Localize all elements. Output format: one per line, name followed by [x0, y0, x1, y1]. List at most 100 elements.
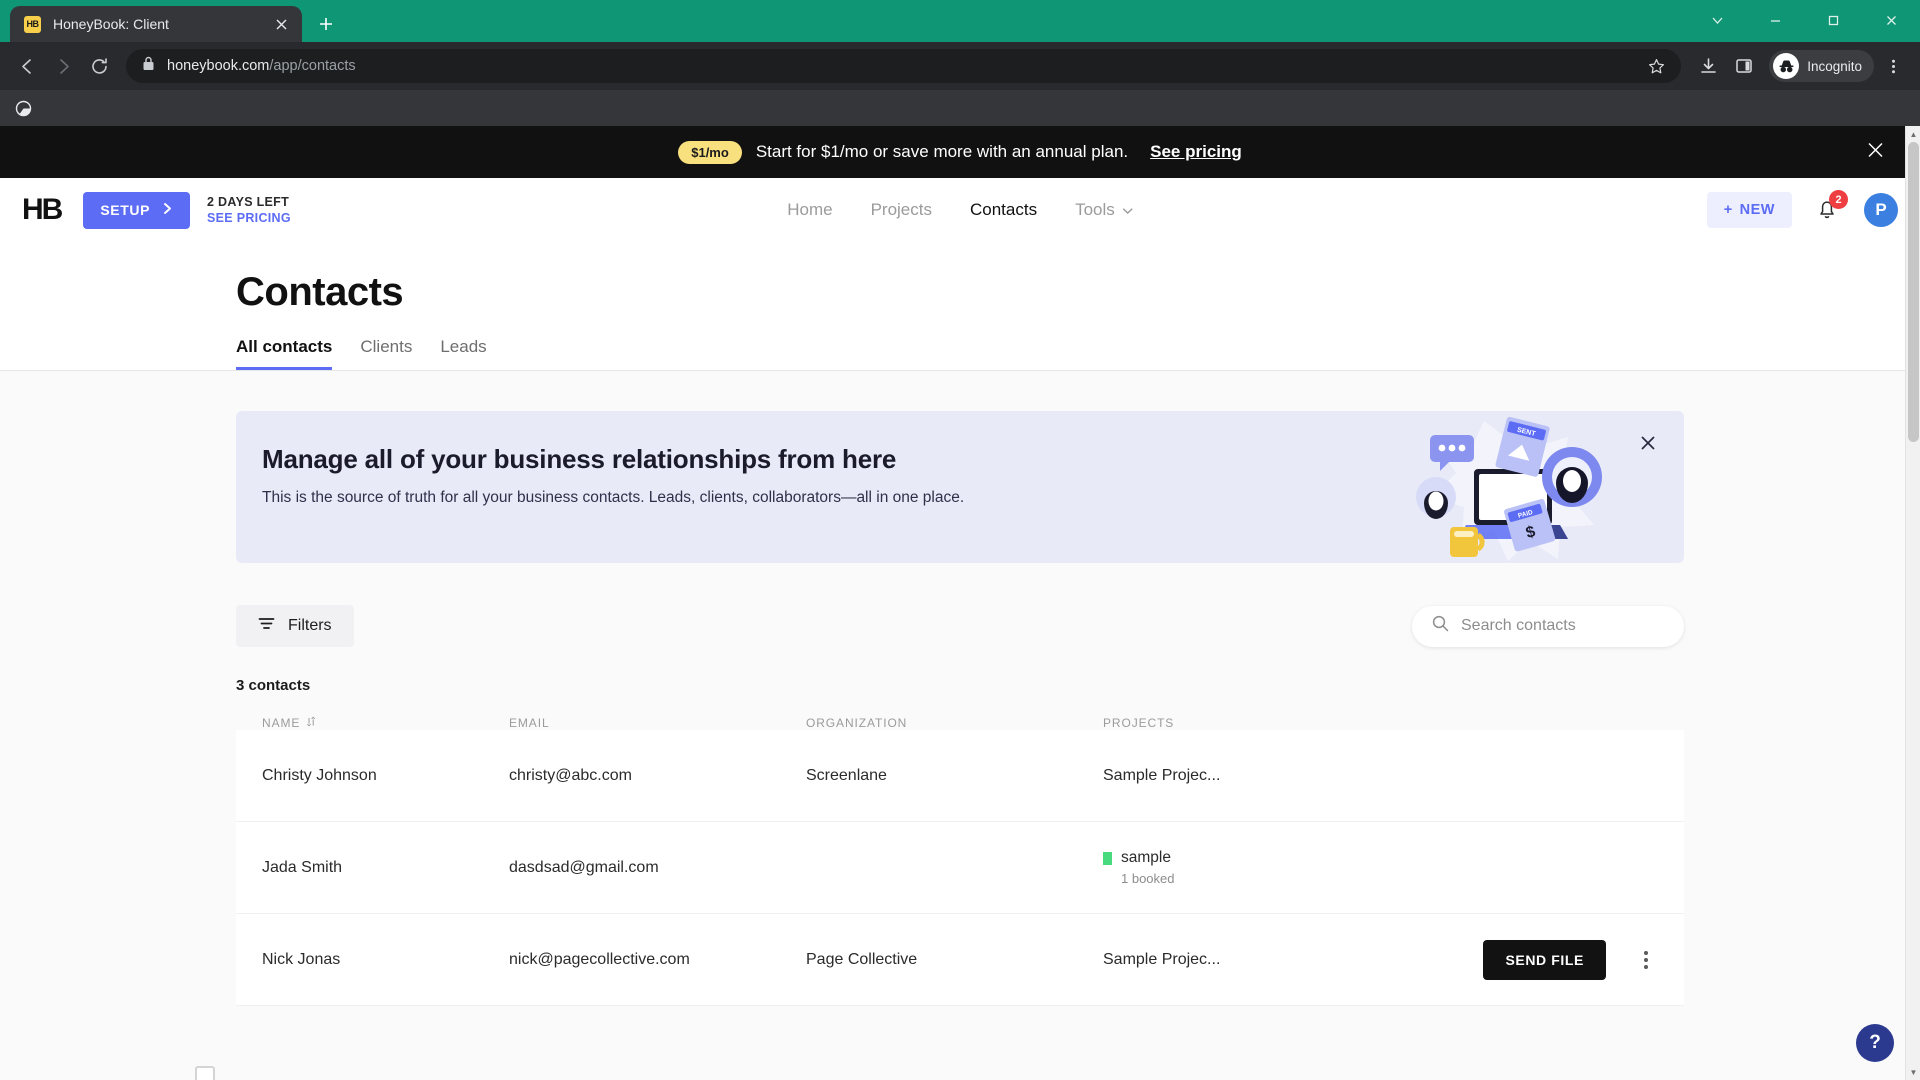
notification-count-badge: 2 [1829, 190, 1848, 209]
table-row[interactable]: Nick Jonas nick@pagecollective.com Page … [236, 914, 1684, 1006]
column-header-name-label: NAME [262, 716, 301, 730]
tab-favicon-icon: HB [24, 15, 41, 33]
cell-email: dasdsad@gmail.com [509, 858, 659, 876]
search-input[interactable]: Search contacts [1461, 617, 1576, 635]
google-icon[interactable] [14, 99, 32, 117]
notifications-button[interactable]: 2 [1814, 190, 1848, 226]
tab-all-contacts[interactable]: All contacts [236, 337, 333, 370]
cell-organization: Screenlane [806, 766, 887, 784]
main-navigation: Home Projects Contacts Tools [787, 200, 1133, 220]
minimize-icon[interactable] [1746, 0, 1804, 40]
trial-see-pricing-link[interactable]: SEE PRICING [207, 210, 291, 226]
column-header-projects[interactable]: PROJECTS [1103, 716, 1658, 730]
app-header: HB SETUP 2 DAYS LEFT SEE PRICING Home Pr… [0, 178, 1920, 242]
filter-icon [258, 616, 275, 636]
tab-leads[interactable]: Leads [440, 337, 486, 370]
column-header-organization[interactable]: ORGANIZATION [806, 716, 1103, 730]
promo-banner: $1/mo Start for $1/mo or save more with … [0, 126, 1920, 178]
nav-item-projects-label: Projects [870, 200, 932, 219]
side-panel-icon[interactable] [1727, 49, 1761, 83]
contacts-count: 3 contacts [236, 677, 311, 694]
download-icon[interactable] [1691, 49, 1725, 83]
vertical-scrollbar[interactable]: ▲ ▼ [1905, 126, 1920, 1080]
window-controls [1688, 0, 1920, 40]
nav-item-home-label: Home [787, 200, 833, 219]
tab-close-icon[interactable] [270, 13, 292, 35]
user-avatar[interactable]: P [1864, 193, 1898, 227]
table-row[interactable]: Jada Smith dasdsad@gmail.com sample 1 bo… [236, 822, 1684, 914]
nav-item-home[interactable]: Home [787, 200, 832, 220]
contacts-tabs: All contacts Clients Leads [236, 337, 1920, 370]
trial-status: 2 DAYS LEFT SEE PRICING [207, 194, 291, 226]
contacts-body: Manage all of your business relationship… [0, 371, 1920, 1080]
address-bar-actions [1639, 49, 1673, 83]
sort-arrows-icon [306, 716, 316, 730]
chevron-down-icon [1122, 200, 1133, 220]
cell-name: Christy Johnson [262, 766, 377, 784]
tab-clients[interactable]: Clients [360, 337, 412, 370]
trial-days-left: 2 DAYS LEFT [207, 195, 290, 209]
cell-name: Nick Jonas [262, 950, 341, 968]
search-icon [1432, 615, 1449, 637]
close-window-icon[interactable] [1862, 0, 1920, 40]
new-button-label: NEW [1739, 202, 1775, 218]
maximize-icon[interactable] [1804, 0, 1862, 40]
scrollbar-thumb[interactable] [1908, 142, 1919, 442]
select-all-checkbox[interactable] [195, 1066, 215, 1080]
project-name: sample [1121, 849, 1171, 866]
new-tab-icon[interactable] [310, 8, 342, 40]
nav-item-tools-label: Tools [1075, 200, 1115, 219]
send-file-button[interactable]: SEND FILE [1483, 939, 1606, 980]
info-banner-card: Manage all of your business relationship… [236, 411, 1684, 563]
nav-item-tools[interactable]: Tools [1075, 200, 1133, 220]
setup-button[interactable]: SETUP [83, 191, 191, 229]
contacts-illustration: SENT PAID $ [1412, 411, 1622, 563]
filters-button[interactable]: Filters [236, 605, 354, 647]
project-flag-icon [1103, 851, 1112, 865]
incognito-badge[interactable]: Incognito [1769, 50, 1874, 82]
new-button[interactable]: + NEW [1706, 192, 1792, 228]
incognito-icon [1773, 53, 1800, 79]
promo-close-icon[interactable] [1867, 142, 1884, 163]
info-banner-close-icon[interactable] [1640, 435, 1656, 457]
address-bar-url: honeybook.com/app/contacts [167, 58, 356, 74]
nav-item-contacts-label: Contacts [970, 200, 1038, 219]
three-dot-menu-icon[interactable] [1876, 49, 1910, 83]
address-bar[interactable]: honeybook.com/app/contacts [126, 49, 1682, 83]
cell-project: Sample Projec... [1103, 766, 1221, 784]
table-row[interactable]: Christy Johnson christy@abc.com Screenla… [236, 730, 1684, 822]
browser-tab[interactable]: HB HoneyBook: Client [10, 6, 302, 42]
scroll-up-icon[interactable]: ▲ [1906, 126, 1920, 142]
column-header-email[interactable]: EMAIL [509, 716, 806, 730]
chevron-down-icon[interactable] [1688, 0, 1746, 40]
filter-search-row: Filters Search contacts [236, 605, 1684, 647]
star-icon[interactable] [1639, 49, 1673, 83]
page-title-zone: Contacts All contacts Clients Leads [0, 242, 1920, 370]
page-title: Contacts [236, 270, 404, 314]
cell-project: sample 1 booked [1103, 849, 1658, 886]
bell-icon [1814, 201, 1840, 226]
honeybook-logo[interactable]: HB [22, 193, 63, 227]
table-header-row: NAME EMAIL ORGANIZATION PROJECTS [236, 716, 1684, 730]
browser-tab-strip: HB HoneyBook: Client [0, 0, 1920, 42]
nav-item-projects[interactable]: Projects [871, 200, 932, 220]
cell-organization: Page Collective [806, 950, 918, 968]
bookmarks-bar [0, 90, 1920, 126]
browser-toolbar: honeybook.com/app/contacts Incognito [0, 42, 1920, 90]
page-viewport: $1/mo Start for $1/mo or save more with … [0, 126, 1920, 1080]
promo-text: Start for $1/mo or save more with an ann… [755, 142, 1129, 161]
help-button[interactable]: ? [1856, 1024, 1894, 1062]
reload-icon[interactable] [82, 49, 116, 83]
see-pricing-link[interactable]: See pricing [1150, 142, 1242, 162]
back-arrow-icon[interactable] [10, 49, 44, 83]
promo-badge: $1/mo [678, 140, 742, 164]
lock-icon [142, 56, 155, 76]
search-contacts-box[interactable]: Search contacts [1412, 605, 1684, 647]
scroll-down-icon[interactable]: ▼ [1906, 1064, 1920, 1080]
nav-item-contacts[interactable]: Contacts [970, 200, 1037, 220]
cell-name: Jada Smith [262, 858, 343, 876]
column-header-name[interactable]: NAME [262, 716, 509, 730]
setup-button-label: SETUP [100, 202, 151, 218]
project-with-flag: sample [1103, 849, 1658, 867]
row-overflow-menu-icon[interactable] [1644, 950, 1648, 969]
